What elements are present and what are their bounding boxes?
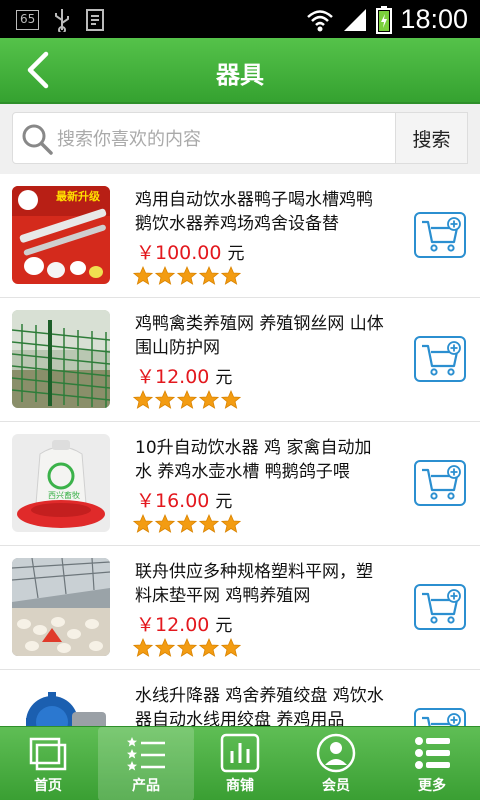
product-list-icon	[127, 737, 165, 771]
status-bar: 65 18:00	[0, 0, 480, 38]
page-title: 器具	[216, 61, 264, 89]
add-to-cart-button[interactable]	[414, 336, 466, 382]
star-icon	[155, 266, 175, 285]
search-box[interactable]	[12, 112, 396, 164]
member-icon	[316, 733, 356, 773]
product-item[interactable]: 西兴畜牧 10升自动饮水器 鸡 家禽自动加水 养鸡水壶水槽 鸭鹅鸽子喂 ￥16.…	[0, 422, 480, 546]
cart-add-icon	[422, 589, 461, 624]
app-header: 器具	[0, 38, 480, 104]
rating-stars	[133, 390, 241, 410]
tab-more[interactable]: 更多	[384, 727, 480, 801]
search-button[interactable]: 搜索	[396, 112, 468, 164]
svg-text:西兴畜牧: 西兴畜牧	[48, 490, 80, 500]
signal-icon	[344, 8, 367, 31]
clock: 18:00	[400, 4, 468, 34]
search-input[interactable]	[57, 123, 387, 155]
battery-icon	[376, 5, 393, 34]
star-icon	[221, 638, 241, 657]
tab-home[interactable]: 首页	[0, 727, 96, 801]
star-icon	[155, 514, 175, 533]
star-icon	[199, 638, 219, 657]
tab-member[interactable]: 会员	[288, 727, 384, 801]
product-image: 西兴畜牧	[12, 434, 110, 532]
star-icon	[221, 390, 241, 409]
product-title: 10升自动饮水器 鸡 家禽自动加水 养鸡水壶水槽 鸭鹅鸽子喂	[135, 438, 372, 482]
product-image	[12, 310, 110, 408]
star-icon	[199, 514, 219, 533]
product-list: 最新升级 鸡用自动饮水器鸭子喝水槽鸡鸭鹅饮水器养鸡场鸡舍设备替 ￥100.00 元	[0, 174, 480, 726]
more-icon	[415, 737, 450, 769]
product-title: 联舟供应多种规格塑料平网，塑料床垫平网 鸡鸭养殖网	[135, 562, 373, 606]
rating-stars	[133, 514, 241, 534]
add-to-cart-button[interactable]	[414, 708, 466, 726]
search-bar: 搜索	[0, 104, 480, 174]
product-item[interactable]: 水线升降器 鸡舍养殖绞盘 鸡饮水器自动水线用绞盘 养鸡用品	[0, 670, 480, 726]
product-image	[12, 558, 110, 656]
star-icon	[133, 638, 153, 657]
star-icon	[199, 266, 219, 285]
wifi-icon	[307, 9, 334, 31]
tab-label: 商铺	[226, 778, 254, 794]
svg-text:最新升级: 最新升级	[56, 189, 101, 203]
star-icon	[177, 390, 197, 409]
tab-products[interactable]: 产品	[98, 727, 194, 801]
tab-label: 更多	[418, 778, 446, 794]
add-to-cart-button[interactable]	[414, 212, 466, 258]
product-image: 最新升级	[12, 186, 110, 284]
tab-label: 产品	[132, 778, 160, 794]
tab-label: 会员	[322, 778, 350, 794]
star-icon	[177, 514, 197, 533]
product-title: 水线升降器 鸡舍养殖绞盘 鸡饮水器自动水线用绞盘 养鸡用品	[135, 686, 384, 726]
search-icon	[22, 124, 53, 155]
document-icon	[86, 9, 105, 31]
cart-add-icon	[422, 217, 461, 252]
product-price: ￥12.00 元	[136, 614, 233, 636]
cart-add-icon	[422, 465, 461, 500]
star-icon	[221, 514, 241, 533]
star-icon	[177, 266, 197, 285]
rating-stars	[133, 638, 241, 658]
tab-shop[interactable]: 商铺	[192, 727, 288, 801]
product-image	[12, 682, 110, 726]
usb-icon	[55, 9, 70, 32]
star-icon	[221, 266, 241, 285]
product-price: ￥100.00 元	[136, 242, 245, 264]
product-item[interactable]: 最新升级 鸡用自动饮水器鸭子喝水槽鸡鸭鹅饮水器养鸡场鸡舍设备替 ￥100.00 元	[0, 174, 480, 298]
star-icon	[177, 638, 197, 657]
add-to-cart-button[interactable]	[414, 460, 466, 506]
product-price: ￥16.00 元	[136, 490, 233, 512]
star-icon	[155, 638, 175, 657]
cart-add-icon	[422, 713, 461, 726]
shop-icon	[220, 733, 260, 773]
star-icon	[133, 266, 153, 285]
cart-add-icon	[422, 341, 461, 376]
product-item[interactable]: 鸡鸭禽类养殖网 养殖钢丝网 山体围山防护网 ￥12.00 元	[0, 298, 480, 422]
star-icon	[155, 390, 175, 409]
bottom-tab-bar: 首页 产品 商铺 会员 更多	[0, 726, 480, 801]
product-item[interactable]: 联舟供应多种规格塑料平网，塑料床垫平网 鸡鸭养殖网 ￥12.00 元	[0, 546, 480, 670]
product-title: 鸡用自动饮水器鸭子喝水槽鸡鸭鹅饮水器养鸡场鸡舍设备替	[135, 190, 373, 234]
star-icon	[199, 390, 219, 409]
add-to-cart-button[interactable]	[414, 584, 466, 630]
tab-label: 首页	[34, 778, 62, 794]
home-icon	[29, 737, 67, 771]
battery-level-notification: 65	[16, 10, 40, 30]
rating-stars	[133, 266, 241, 286]
star-icon	[133, 390, 153, 409]
product-title: 鸡鸭禽类养殖网 养殖钢丝网 山体围山防护网	[135, 314, 384, 358]
product-price: ￥12.00 元	[136, 366, 233, 388]
star-icon	[133, 514, 153, 533]
